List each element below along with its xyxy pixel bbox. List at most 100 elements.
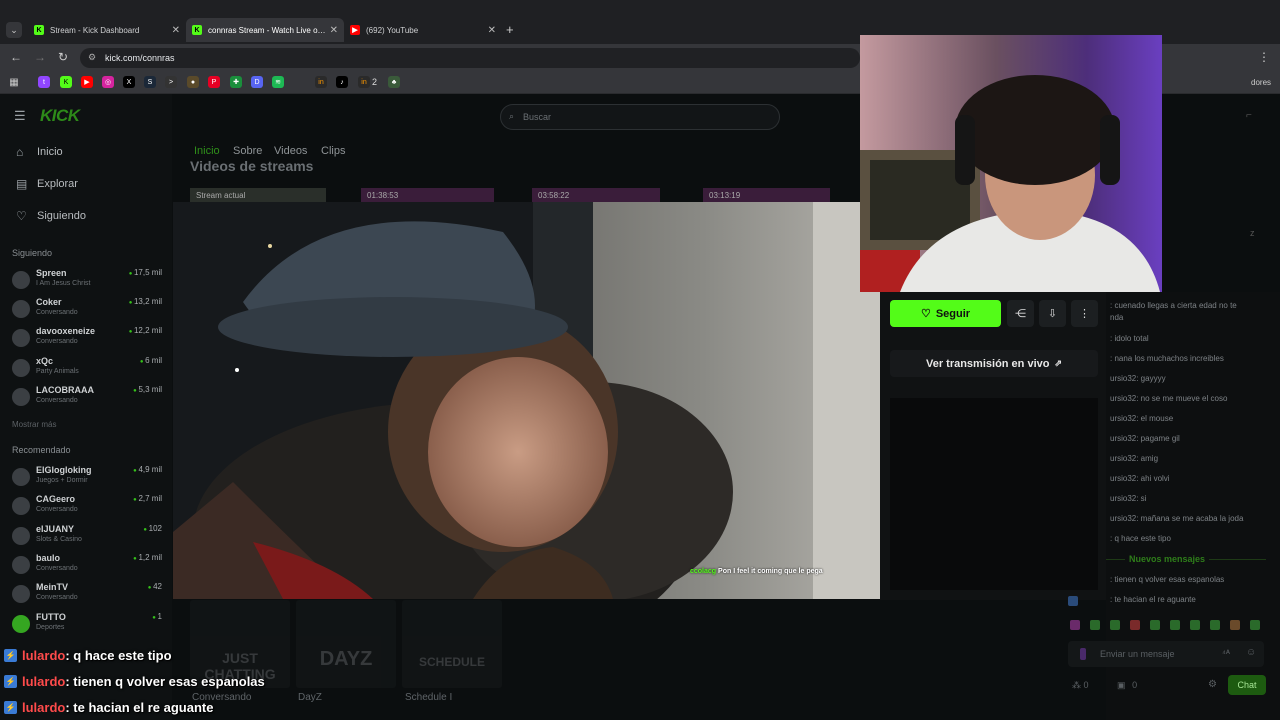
close-icon[interactable]: ✕: [330, 25, 338, 36]
avatar: [12, 556, 30, 574]
chat-scroll-icon[interactable]: z: [1250, 228, 1255, 238]
emoji-icon[interactable]: ☺: [1246, 647, 1256, 658]
category-card-schedule[interactable]: SCHEDULE: [402, 600, 502, 688]
pinterest-icon[interactable]: P: [208, 76, 220, 88]
tab-search-button[interactable]: ⌄: [6, 22, 22, 38]
kick-logo[interactable]: KICK: [40, 106, 80, 126]
chat-settings-gear-icon[interactable]: ⚙: [1208, 679, 1217, 690]
share-icon: ⋲: [1015, 308, 1026, 320]
tiktok-icon[interactable]: ♪: [336, 76, 348, 88]
chat-send-button[interactable]: Chat: [1228, 675, 1266, 695]
sidebar-channel-coker[interactable]: Coker Conversando 13,2 mil: [12, 297, 162, 325]
gift-icon[interactable]: ▣: [1117, 680, 1126, 690]
x-icon[interactable]: X: [123, 76, 135, 88]
forward-icon[interactable]: →: [34, 50, 46, 64]
viewer-count: 13,2 mil: [129, 297, 162, 306]
video-thumb[interactable]: 03:13:19: [703, 188, 830, 202]
video-thumb-current[interactable]: Stream actual: [190, 188, 326, 202]
site-info-icon[interactable]: ⚙: [88, 52, 96, 63]
tab-kick-dashboard[interactable]: K Stream - Kick Dashboard ✕: [28, 18, 186, 42]
chat-message-input[interactable]: Enviar un mensaje ⁴ᴬ ☺: [1068, 641, 1264, 667]
emote-icon[interactable]: [1230, 620, 1240, 630]
sidebar-channel-davooxeneize[interactable]: davooxeneize Conversando 12,2 mil: [12, 326, 162, 354]
reload-icon[interactable]: ↻: [58, 50, 68, 64]
sidebar-channel-eljuany[interactable]: elJUANY Slots & Casino 102: [12, 524, 162, 552]
webcam-frame: [860, 35, 1162, 292]
watch-live-label: Ver transmisión en vivo: [925, 357, 1050, 370]
bookmark-in-icon[interactable]: in: [315, 76, 327, 88]
overlay-chat-line: ⚡ lulardo : tienen q volver esas espanol…: [4, 671, 265, 691]
chat-settings-icon[interactable]: ⌐: [1246, 110, 1252, 121]
show-more-link[interactable]: Mostrar más: [12, 420, 56, 429]
share-button[interactable]: ⋲: [1007, 300, 1034, 327]
category-card-dayz[interactable]: DAYZ: [296, 600, 396, 688]
emote-icon[interactable]: [1250, 620, 1260, 630]
emote-icon[interactable]: [1210, 620, 1220, 630]
points-icon[interactable]: ⁂: [1072, 680, 1081, 690]
download-button[interactable]: ⇩: [1039, 300, 1066, 327]
sidebar-channel-meintv[interactable]: MeinTV Conversando 42: [12, 582, 162, 610]
bookmarks-overflow-label[interactable]: dores: [1251, 78, 1271, 87]
instagram-icon[interactable]: ◎: [102, 76, 114, 88]
sidebar-channel-baulo[interactable]: baulo Conversando 1,2 mil: [12, 553, 162, 581]
discord-icon[interactable]: D: [251, 76, 263, 88]
close-icon[interactable]: ✕: [172, 25, 180, 36]
apps-grid-icon[interactable]: ▦: [8, 76, 20, 88]
chat-message: ursio32: amig: [1110, 454, 1159, 463]
back-icon[interactable]: ←: [10, 50, 22, 64]
tab-inicio[interactable]: Inicio: [194, 145, 220, 157]
search-icon: ⌕: [509, 111, 515, 121]
channel-name: baulo: [36, 553, 60, 563]
sidebar-channel-spreen[interactable]: Spreen I Am Jesus Christ 17,5 mil: [12, 268, 162, 296]
nav-explorar[interactable]: ▤ Explorar: [16, 177, 78, 191]
bookmark-in-icon[interactable]: in: [358, 76, 370, 88]
sidebar-channel-cageero[interactable]: CAGeero Conversando 2,7 mil: [12, 494, 162, 522]
emote-icon[interactable]: [1130, 620, 1140, 630]
sidebar-channel-elglogloking[interactable]: ElGlogloking Juegos + Dormir 4,9 mil: [12, 465, 162, 493]
kick-icon[interactable]: K: [60, 76, 72, 88]
video-thumb[interactable]: 03:58:22: [532, 188, 660, 202]
translate-icon[interactable]: ⁴ᴬ: [1222, 648, 1230, 658]
sidebar-channel-futto[interactable]: FUTTO Deportes 1: [12, 612, 162, 640]
bookmark-icon[interactable]: ♣: [388, 76, 400, 88]
nav-siguiendo[interactable]: ♡ Siguiendo: [16, 209, 86, 223]
follow-button[interactable]: ♡ Seguir: [890, 300, 1001, 327]
menu-icon[interactable]: ☰: [14, 108, 26, 124]
new-tab-button[interactable]: +: [506, 22, 514, 37]
search-input[interactable]: ⌕ Buscar: [500, 104, 780, 130]
steam-icon[interactable]: S: [144, 76, 156, 88]
channel-category: Slots & Casino: [36, 536, 82, 543]
video-player[interactable]: ccolacg Pon I feel it coming que le pega: [173, 202, 880, 599]
channel-category: Party Animals: [36, 368, 79, 375]
emote-icon[interactable]: [1150, 620, 1160, 630]
bookmark-icon[interactable]: ●: [187, 76, 199, 88]
watch-live-button[interactable]: Ver transmisión en vivo ⇗: [890, 350, 1098, 377]
spotify-icon[interactable]: ≋: [272, 76, 284, 88]
more-options-button[interactable]: ⋮: [1071, 300, 1098, 327]
sidebar-channel-lacobraaa[interactable]: LACOBRAAA Conversando 5,3 mil: [12, 385, 162, 413]
tab-sobre[interactable]: Sobre: [233, 145, 262, 157]
tab-clips[interactable]: Clips: [321, 145, 345, 157]
close-icon[interactable]: ✕: [488, 25, 496, 36]
emote-icon[interactable]: [1070, 620, 1080, 630]
channel-category: Conversando: [36, 594, 78, 601]
twitch-icon[interactable]: t: [38, 76, 50, 88]
youtube-icon[interactable]: ▶: [81, 76, 93, 88]
tab-connras-stream[interactable]: K connras Stream - Watch Live on Kick ✕: [186, 18, 344, 42]
emote-icon[interactable]: [1190, 620, 1200, 630]
emote-icon[interactable]: [1110, 620, 1120, 630]
terminal-icon[interactable]: >: [165, 76, 177, 88]
browser-menu-icon[interactable]: ⋮: [1258, 50, 1270, 64]
emote-icon[interactable]: [1090, 620, 1100, 630]
url-field[interactable]: ⚙ kick.com/connras: [80, 48, 860, 68]
emote-icon[interactable]: [1170, 620, 1180, 630]
viewer-count: 42: [148, 582, 162, 591]
nav-inicio[interactable]: ⌂ Inicio: [16, 145, 63, 159]
avatar: [12, 388, 30, 406]
video-thumb[interactable]: 01:38:53: [361, 188, 494, 202]
tab-youtube[interactable]: ▶ (692) YouTube ✕: [344, 18, 502, 42]
tab-videos[interactable]: Videos: [274, 145, 307, 157]
xbox-icon[interactable]: ✚: [230, 76, 242, 88]
caption-text: Pon I feel it coming que le pega: [718, 568, 823, 575]
sidebar-channel-xqc[interactable]: xQc Party Animals 6 mil: [12, 356, 162, 384]
